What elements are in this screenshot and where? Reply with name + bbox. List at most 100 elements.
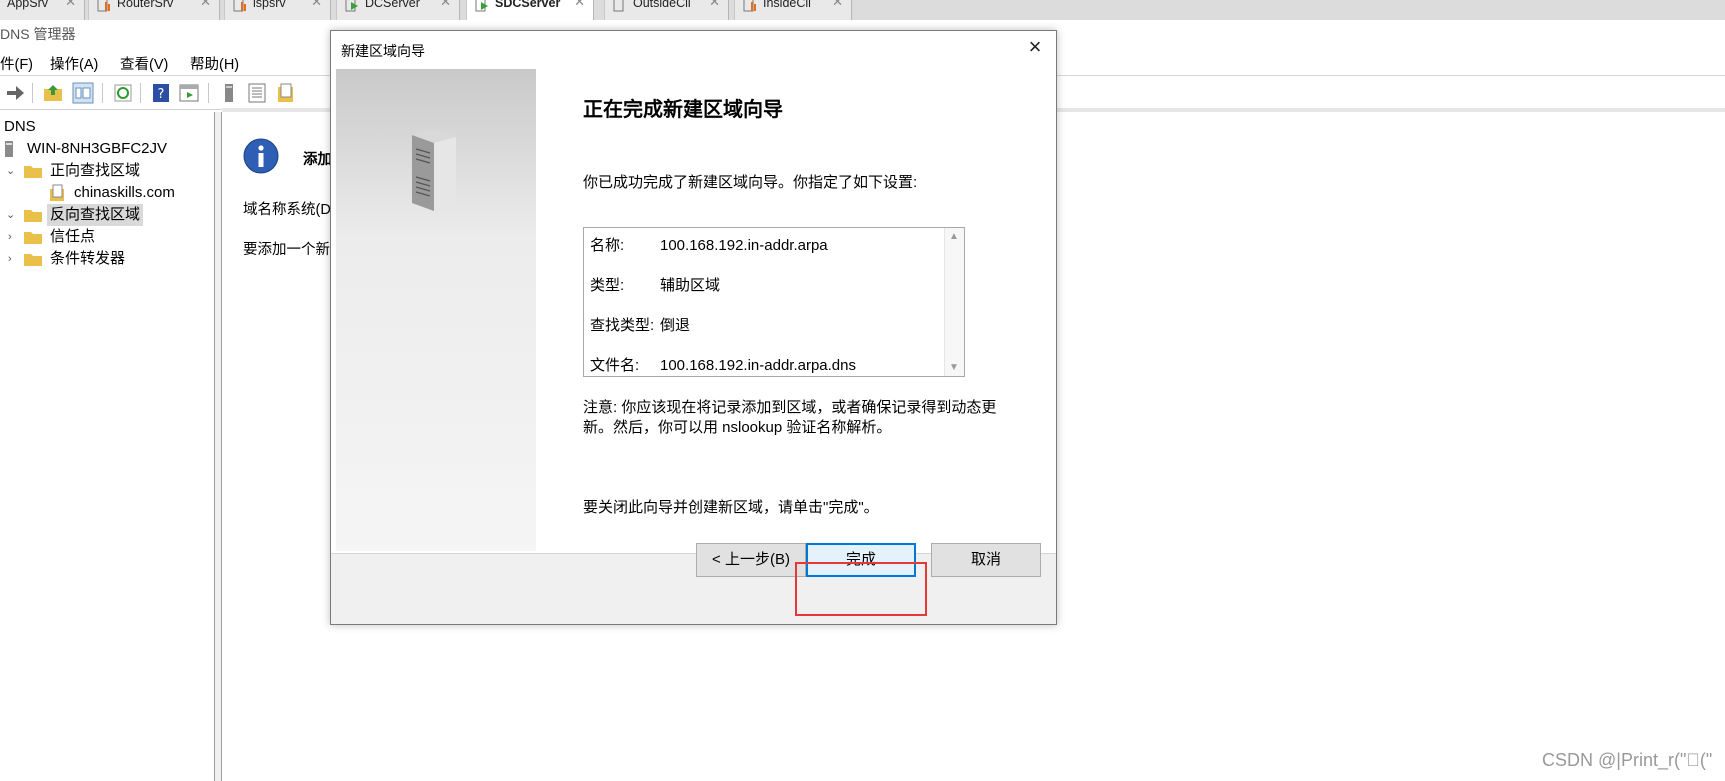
menu-help[interactable]: 帮助(H): [190, 53, 239, 74]
folder-icon: [24, 166, 42, 178]
vm-icon: [233, 0, 246, 12]
toolbar-separator: [102, 83, 103, 103]
tab-label: InsideCli: [763, 0, 811, 10]
content-description: 域名称系统(D: [243, 202, 331, 218]
chevron-down-icon[interactable]: ⌄: [6, 160, 18, 182]
tree-item-forward-zones[interactable]: ⌄ 正向查找区域: [0, 160, 216, 182]
dialog-title: 新建区域向导: [341, 43, 425, 59]
scroll-up-icon[interactable]: ▲: [949, 231, 959, 242]
tree-item-label: 正向查找区域: [50, 162, 141, 179]
refresh-icon[interactable]: [112, 82, 134, 104]
tree-item-conditional-forwarders[interactable]: › 条件转发器: [0, 248, 216, 270]
vm-icon: [613, 0, 624, 12]
close-icon[interactable]: ✕: [65, 0, 76, 8]
vm-icon: [97, 0, 110, 12]
tree-item-label: 条件转发器: [50, 250, 126, 267]
close-icon[interactable]: ✕: [709, 0, 720, 8]
menu-file[interactable]: 件(F): [0, 53, 33, 74]
server-icon[interactable]: [218, 82, 240, 104]
toolbar-separator: [140, 83, 141, 103]
tab-label: OutsideCli: [633, 0, 691, 10]
summary-key: 查找类型:: [590, 317, 655, 334]
wizard-close-hint: 要关闭此向导并创建新区域，请单击"完成"。: [583, 499, 879, 516]
tab-insidecli[interactable]: InsideCli ✕: [734, 0, 852, 20]
help-icon[interactable]: ?: [150, 82, 172, 104]
properties-icon[interactable]: [178, 82, 200, 104]
tab-outsidecli[interactable]: OutsideCli ✕: [604, 0, 729, 20]
summary-row-name: 名称: 100.168.192.in-addr.arpa: [590, 234, 828, 255]
close-icon[interactable]: ✕: [440, 0, 451, 8]
folder-icon: [24, 232, 42, 244]
pane-splitter[interactable]: [214, 112, 222, 781]
scroll-down-icon[interactable]: ▼: [949, 362, 959, 373]
tree-item-dns[interactable]: DNS: [4, 116, 36, 138]
info-icon: [243, 138, 279, 174]
tab-dcserver[interactable]: DCServer ✕: [336, 0, 460, 20]
new-zone-wizard-dialog: 新建区域向导 × 正在完成新建区域向导 你已成功完成了新建区域向导。你指定了如下…: [330, 30, 1057, 625]
tab-sdcserver[interactable]: SDCServer ✕: [466, 0, 594, 20]
vm-running-icon: [475, 0, 488, 12]
tree-item-label: 反向查找区域: [47, 204, 144, 226]
wizard-heading: 正在完成新建区域向导: [583, 99, 783, 121]
tab-ispsrv[interactable]: ispsrv ✕: [224, 0, 331, 20]
tab-label: AppSrv: [7, 0, 48, 10]
tree-item-reverse-zones[interactable]: ⌄ 反向查找区域: [0, 204, 216, 226]
wizard-note-line1: 注意: 你应该现在将记录添加到区域，或者确保记录得到动态更: [583, 399, 997, 416]
vm-tab-strip: AppSrv ✕ RouterSrv ✕ ispsrv ✕ DCServer ✕…: [0, 0, 1725, 20]
close-icon[interactable]: ✕: [832, 0, 843, 8]
cancel-button[interactable]: 取消: [931, 543, 1041, 577]
tab-routersrv[interactable]: RouterSrv ✕: [88, 0, 220, 20]
watermark: CSDN @|Print_r(" (": [1542, 750, 1713, 770]
wizard-intro: 你已成功完成了新建区域向导。你指定了如下设置:: [583, 174, 918, 191]
tree-item-label: WIN-8NH3GBFC2JV: [27, 140, 168, 157]
folder-icon: [24, 254, 42, 266]
tab-appsrv[interactable]: AppSrv ✕: [0, 0, 85, 20]
summary-value: 辅助区域: [660, 277, 721, 294]
tab-label: DCServer: [365, 0, 420, 10]
window-title: DNS 管理器: [0, 26, 76, 42]
chevron-down-icon[interactable]: ⌄: [6, 204, 18, 226]
chevron-right-icon[interactable]: ›: [8, 226, 20, 248]
svg-text:?: ?: [158, 87, 165, 102]
vm-running-icon: [345, 0, 358, 12]
tree-item-label: chinaskills.com: [74, 184, 175, 201]
summary-row-type: 类型: 辅助区域: [590, 274, 720, 295]
wizard-banner: [336, 69, 536, 551]
content-heading: 添加: [303, 152, 332, 168]
up-folder-icon[interactable]: [42, 82, 64, 104]
finish-highlight-box: [795, 562, 927, 616]
folder-icon: [24, 210, 42, 222]
summary-row-lookup-type: 查找类型: 倒退: [590, 314, 690, 335]
server-icon: [5, 141, 13, 157]
close-icon[interactable]: ✕: [311, 0, 322, 8]
tab-label: RouterSrv: [117, 0, 174, 10]
summary-key: 名称:: [590, 237, 625, 254]
zone-file-icon[interactable]: [274, 82, 296, 104]
summary-key: 类型:: [590, 277, 625, 294]
console-tree: DNS WIN-8NH3GBFC2JV ⌄ 正向查找区域 chinaskills…: [0, 112, 216, 781]
close-icon[interactable]: ×: [1024, 34, 1046, 60]
forward-arrow-icon[interactable]: [4, 82, 26, 104]
summary-scrollbar[interactable]: ▲ ▼: [944, 228, 964, 376]
summary-key: 文件名:: [590, 357, 640, 374]
tab-label: ispsrv: [253, 0, 286, 10]
toolbar-separator: [32, 83, 33, 103]
show-tree-icon[interactable]: [72, 82, 94, 104]
tree-item-trust-points[interactable]: › 信任点: [0, 226, 216, 248]
menu-view[interactable]: 查看(V): [120, 53, 168, 74]
summary-value: 100.168.192.in-addr.arpa: [660, 237, 828, 254]
chevron-right-icon[interactable]: ›: [8, 248, 20, 270]
summary-value: 100.168.192.in-addr.arpa.dns: [660, 357, 856, 374]
settings-summary-box[interactable]: 名称: 100.168.192.in-addr.arpa 类型: 辅助区域 查找类型…: [583, 227, 965, 377]
server-tower-icon: [412, 129, 456, 211]
tree-item-label: 信任点: [50, 228, 96, 245]
zone-file-icon: [50, 184, 64, 201]
close-icon[interactable]: ✕: [200, 0, 211, 8]
tree-item-zone-chinaskills[interactable]: chinaskills.com: [0, 182, 216, 204]
close-icon[interactable]: ✕: [574, 0, 585, 8]
tab-label: SDCServer: [495, 0, 561, 10]
tree-item-label: DNS: [4, 118, 36, 135]
list-icon[interactable]: [246, 82, 268, 104]
menu-action[interactable]: 操作(A): [50, 53, 98, 74]
back-button[interactable]: < 上一步(B): [696, 543, 806, 577]
